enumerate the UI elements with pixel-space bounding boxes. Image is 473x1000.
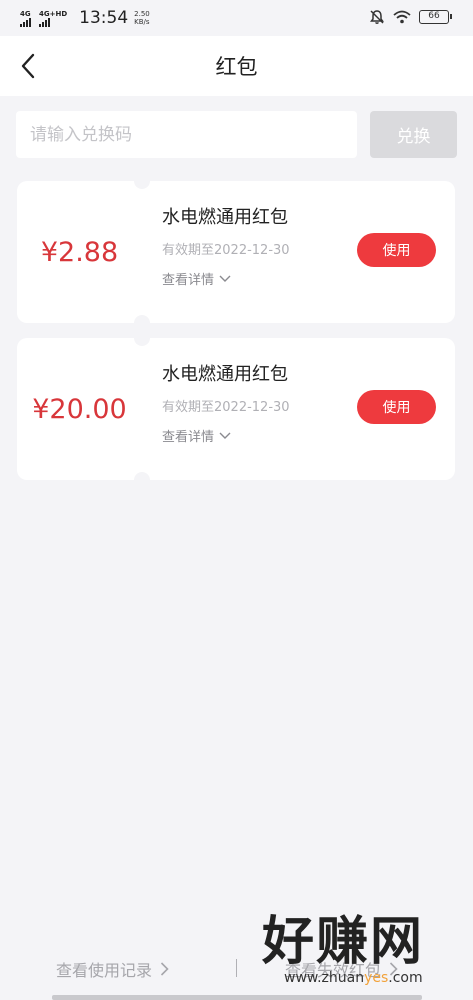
network-type-2: 4G+HD	[39, 9, 68, 18]
use-coupon-button[interactable]: 使用	[357, 390, 436, 424]
usage-records-label: 查看使用记录	[56, 961, 153, 980]
expired-coupons-link[interactable]: 查看失效红包	[285, 957, 398, 981]
chevron-right-icon	[389, 962, 398, 976]
footer-links: 查看使用记录 查看失效红包	[0, 945, 473, 993]
network-type-1: 4G	[20, 9, 31, 18]
signal-2: 4G+HD	[39, 10, 67, 27]
chevron-right-icon	[160, 962, 169, 976]
coupon-detail-toggle[interactable]: 查看详情	[162, 269, 231, 288]
home-indicator	[52, 995, 422, 1000]
chevron-down-icon	[219, 275, 231, 282]
coupon-expiry: 有效期至2022-12-30	[162, 400, 290, 415]
status-bar: 4G 4G+HD 13:54 2.50 KB/s 66	[0, 0, 473, 36]
coupon-detail-toggle[interactable]: 查看详情	[162, 426, 231, 445]
chevron-left-icon	[21, 53, 35, 79]
coupon-detail-label: 查看详情	[162, 273, 215, 288]
page-title: 红包	[215, 55, 258, 79]
clock: 13:54	[79, 8, 129, 28]
navigation-bar: 红包	[0, 36, 473, 96]
bell-muted-icon	[370, 10, 384, 24]
usage-records-link[interactable]: 查看使用记录	[56, 957, 169, 981]
signal-bars-icon	[39, 17, 50, 27]
redeem-code-bar: 兑换	[16, 111, 457, 158]
signal-1: 4G	[20, 10, 31, 27]
status-icons: 66	[369, 9, 452, 25]
back-button[interactable]	[14, 52, 42, 80]
footer-divider	[236, 959, 237, 977]
coupon-amount: ¥20.00	[32, 393, 127, 425]
redeem-button[interactable]: 兑换	[370, 111, 457, 158]
coupon-name: 水电燃通用红包	[162, 364, 288, 385]
network-speed: 2.50 KB/s	[134, 10, 150, 26]
battery-icon: 66	[419, 10, 452, 24]
speed-unit: KB/s	[134, 18, 150, 26]
expired-coupons-label: 查看失效红包	[285, 961, 382, 980]
coupon-detail-label: 查看详情	[162, 430, 215, 445]
coupon-amount: ¥2.88	[40, 236, 119, 268]
coupon-name: 水电燃通用红包	[162, 207, 288, 228]
speed-value: 2.50	[134, 10, 150, 18]
coupon-card: ¥2.88 水电燃通用红包 有效期至2022-12-30 查看详情 使用	[17, 173, 455, 331]
wifi-icon	[393, 10, 411, 24]
coupon-expiry: 有效期至2022-12-30	[162, 243, 290, 258]
redeem-code-input[interactable]	[16, 111, 357, 158]
signal-bars-icon	[20, 17, 31, 27]
use-coupon-button[interactable]: 使用	[357, 233, 436, 267]
coupon-card: ¥20.00 水电燃通用红包 有效期至2022-12-30 查看详情 使用	[17, 330, 455, 488]
chevron-down-icon	[219, 432, 231, 439]
